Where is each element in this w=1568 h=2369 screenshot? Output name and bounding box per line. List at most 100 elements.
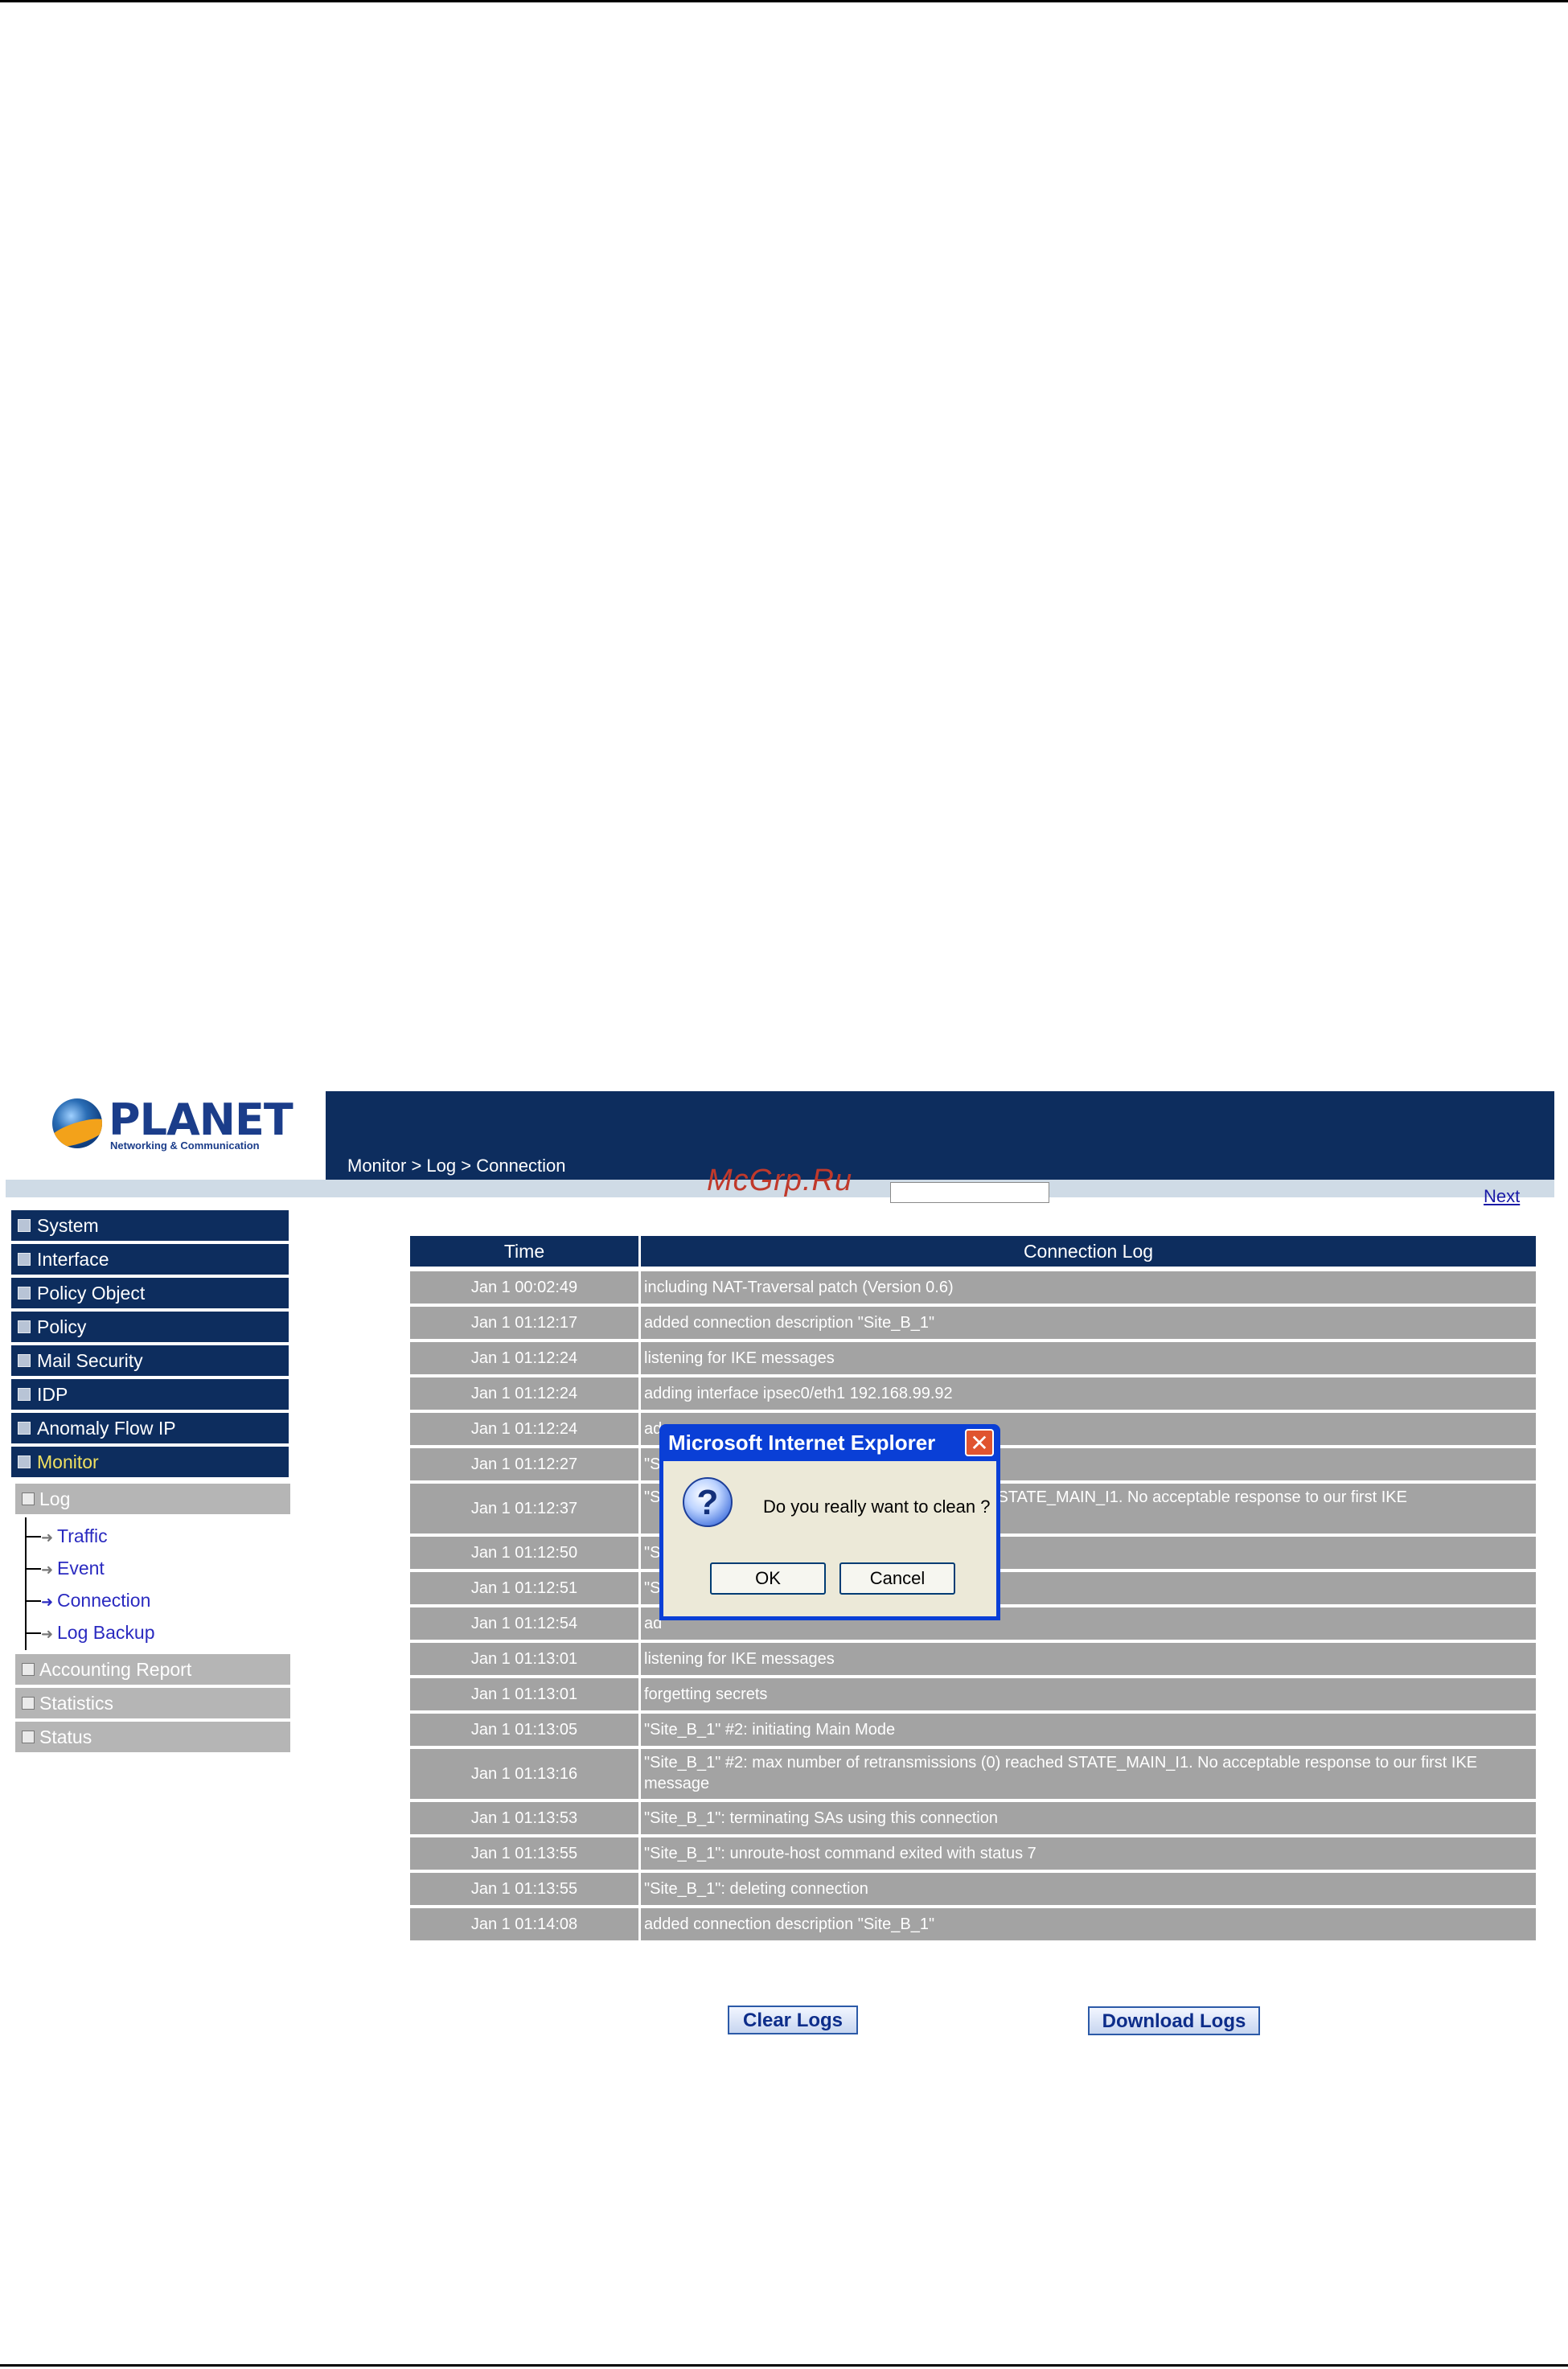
log-link-connection[interactable]: ➜ Connection (41, 1588, 150, 1612)
sidebar-item-status[interactable]: Status (15, 1722, 290, 1752)
sidebar-item-system[interactable]: System (11, 1210, 289, 1241)
log-message-cell: added connection description "Site_B_1" (641, 1908, 1536, 1940)
log-time-cell: Jan 1 00:02:49 (410, 1271, 638, 1304)
sidebar-item-interface[interactable]: Interface (11, 1244, 289, 1275)
table-row: Jan 1 01:13:55 "Site_B_1": unroute-host c… (410, 1837, 1536, 1870)
table-row: Jan 1 01:12:24 listening for IKE messages (410, 1342, 1536, 1374)
sidebar-item-monitor[interactable]: Monitor (11, 1447, 289, 1477)
sidebar-item-label: System (37, 1215, 99, 1236)
sidebar-item-label: Accounting Report (39, 1659, 192, 1680)
log-link-log-backup[interactable]: ➜ Log Backup (41, 1620, 154, 1644)
sidebar-item-accounting-report[interactable]: Accounting Report (15, 1654, 290, 1685)
log-time-cell: Jan 1 01:12:24 (410, 1342, 638, 1374)
sidebar-item-label: Anomaly Flow IP (37, 1418, 176, 1439)
table-row: Jan 1 01:13:16 "Site_B_1" #2: max number … (410, 1749, 1536, 1799)
sidebar-item-mail-security[interactable]: Mail Security (11, 1345, 289, 1376)
sidebar-item-label: Status (39, 1726, 92, 1747)
ok-button[interactable]: OK (710, 1562, 826, 1595)
log-time-cell: Jan 1 01:12:24 (410, 1413, 638, 1445)
arrow-right-icon: ➜ (41, 1594, 54, 1610)
log-link-label: Event (57, 1558, 105, 1579)
screenshot-frame: PLANET Networking & Communication Monito… (6, 1091, 1554, 2048)
log-time-cell: Jan 1 01:12:54 (410, 1607, 638, 1640)
table-row: Jan 1 01:13:01 listening for IKE messages (410, 1643, 1536, 1675)
sidebar-item-label: Statistics (39, 1693, 114, 1714)
log-message-cell: "Site_B_1" #2: max number of retransmiss… (641, 1749, 1536, 1799)
log-link-label: Log Backup (57, 1622, 155, 1643)
close-icon[interactable]: ✕ (965, 1429, 994, 1456)
collapse-minus-icon (18, 1455, 31, 1468)
table-row: Jan 1 00:02:49 including NAT-Traversal pa… (410, 1271, 1536, 1304)
next-link[interactable]: Next (1484, 1186, 1520, 1207)
column-header-connection-log: Connection Log (641, 1236, 1536, 1267)
log-message-cell: listening for IKE messages (641, 1342, 1536, 1374)
tree-connector (25, 1568, 41, 1570)
expand-plus-icon (18, 1387, 31, 1401)
sidebar-item-anomaly-flow-ip[interactable]: Anomaly Flow IP (11, 1413, 289, 1443)
dialog-message: Do you really want to clean ? (763, 1497, 991, 1517)
expand-plus-icon (18, 1252, 31, 1266)
log-message-cell: "Site_B_1": deleting connection (641, 1873, 1536, 1905)
cancel-button[interactable]: Cancel (839, 1562, 955, 1595)
log-time-cell: Jan 1 01:13:55 (410, 1837, 638, 1870)
table-row: Jan 1 01:12:24 adding interface ipsec0/et… (410, 1377, 1536, 1410)
table-row: Jan 1 01:13:53 "Site_B_1": terminating SA… (410, 1802, 1536, 1834)
expand-plus-icon (22, 1730, 35, 1743)
arrow-right-icon: ➜ (41, 1562, 54, 1578)
log-time-cell: Jan 1 01:12:50 (410, 1537, 638, 1569)
log-link-traffic[interactable]: ➜ Traffic (41, 1524, 108, 1548)
expand-plus-icon (18, 1320, 31, 1333)
log-time-cell: Jan 1 01:13:55 (410, 1873, 638, 1905)
log-time-cell: Jan 1 01:14:08 (410, 1908, 638, 1940)
expand-plus-icon (18, 1353, 31, 1367)
sidebar-item-idp[interactable]: IDP (11, 1379, 289, 1410)
tree-connector (25, 1536, 41, 1538)
arrow-right-icon: ➜ (41, 1529, 54, 1546)
log-time-cell: Jan 1 01:13:01 (410, 1643, 638, 1675)
column-header-time: Time (410, 1236, 638, 1267)
confirm-dialog: Microsoft Internet Explorer ✕ ? Do you r… (659, 1424, 1000, 1620)
table-row: Jan 1 01:13:55 "Site_B_1": deleting conne… (410, 1873, 1536, 1905)
clear-logs-button[interactable]: Clear Logs (728, 2006, 858, 2034)
log-message-cell: listening for IKE messages (641, 1643, 1536, 1675)
log-time-cell: Jan 1 01:13:16 (410, 1749, 638, 1799)
sidebar-item-label: Log (39, 1488, 71, 1509)
dialog-title: Microsoft Internet Explorer (668, 1431, 936, 1455)
tree-connector (25, 1632, 41, 1634)
log-link-event[interactable]: ➜ Event (41, 1556, 105, 1580)
log-message-cell: "Site_B_1" #2: initiating Main Mode (641, 1714, 1536, 1746)
sidebar-item-label: Monitor (37, 1451, 99, 1472)
expand-plus-icon (22, 1696, 35, 1710)
log-time-cell: Jan 1 01:12:37 (410, 1484, 638, 1533)
expand-plus-icon (22, 1662, 35, 1676)
log-message-cell: forgetting secrets (641, 1678, 1536, 1710)
log-time-cell: Jan 1 01:12:17 (410, 1307, 638, 1339)
logo: PLANET Networking & Communication (6, 1091, 326, 1180)
log-time-cell: Jan 1 01:13:53 (410, 1802, 638, 1834)
log-time-cell: Jan 1 01:12:27 (410, 1448, 638, 1480)
sidebar-item-statistics[interactable]: Statistics (15, 1688, 290, 1718)
log-time-cell: Jan 1 01:12:24 (410, 1377, 638, 1410)
page-select-box[interactable] (890, 1182, 1049, 1203)
sidebar-item-policy[interactable]: Policy (11, 1312, 289, 1342)
table-row: Jan 1 01:13:05 "Site_B_1" #2: initiating … (410, 1714, 1536, 1746)
log-link-label: Connection (57, 1590, 151, 1611)
table-row: Jan 1 01:12:17 added connection descripti… (410, 1307, 1536, 1339)
logo-tagline: Networking & Communication (110, 1139, 260, 1152)
watermark: McGrp.Ru (707, 1164, 853, 1197)
arrow-right-icon: ➜ (41, 1626, 54, 1642)
logo-wordmark: PLANET (109, 1094, 293, 1145)
page-top-rule (0, 0, 1568, 2)
sidebar-item-policy-object[interactable]: Policy Object (11, 1278, 289, 1308)
log-link-label: Traffic (57, 1525, 108, 1546)
dialog-body: ? Do you really want to clean ? OK Cance… (663, 1461, 996, 1616)
expand-plus-icon (18, 1286, 31, 1299)
sidebar-item-log[interactable]: Log (15, 1484, 290, 1514)
download-logs-button[interactable]: Download Logs (1088, 2006, 1260, 2035)
sidebar-item-label: Policy (37, 1316, 87, 1337)
table-row: Jan 1 01:14:08 added connection descripti… (410, 1908, 1536, 1940)
tree-connector (25, 1600, 41, 1602)
sidebar-item-label: Policy Object (37, 1283, 146, 1304)
table-row: Jan 1 01:13:01 forgetting secrets (410, 1678, 1536, 1710)
log-message-cell: including NAT-Traversal patch (Version 0… (641, 1271, 1536, 1304)
